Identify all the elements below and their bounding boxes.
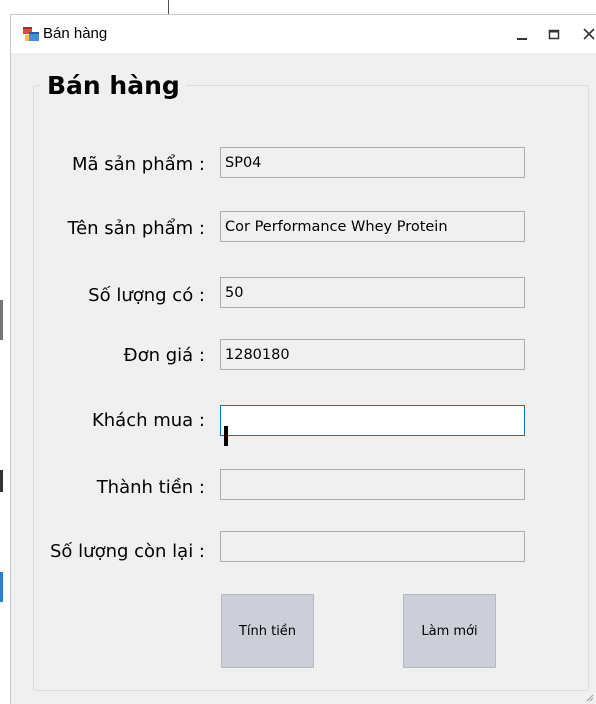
close-icon[interactable] xyxy=(577,21,596,47)
resize-grip-icon[interactable] xyxy=(584,692,594,702)
title-bar[interactable]: Bán hàng xyxy=(11,15,596,53)
quantity-available-label: Số lượng có : xyxy=(88,285,205,306)
quantity-remaining-field[interactable] xyxy=(220,531,525,562)
reset-button[interactable]: Làm mới xyxy=(403,594,496,668)
quantity-available-field[interactable] xyxy=(220,277,525,308)
total-label: Thành tiền : xyxy=(96,477,205,498)
calculate-button[interactable]: Tính tiền xyxy=(221,594,314,668)
window-title: Bán hàng xyxy=(43,25,108,42)
quantity-remaining-label: Số lượng còn lại : xyxy=(50,541,205,562)
total-field[interactable] xyxy=(220,469,525,500)
customer-field[interactable] xyxy=(220,405,525,436)
maximize-icon[interactable] xyxy=(541,21,567,47)
app-form-icon xyxy=(23,27,39,41)
product-code-field[interactable] xyxy=(220,147,525,178)
text-caret xyxy=(224,426,228,446)
minimize-icon[interactable] xyxy=(509,21,535,47)
customer-label: Khách mua : xyxy=(91,410,205,431)
unit-price-field[interactable] xyxy=(220,339,525,370)
background-edge-mark xyxy=(0,300,3,340)
product-name-label: Tên sản phẩm : xyxy=(67,218,205,239)
background-window-edge xyxy=(168,0,169,14)
product-name-field[interactable] xyxy=(220,211,525,242)
unit-price-label: Đơn giá : xyxy=(123,345,205,366)
background-edge-mark xyxy=(0,572,3,602)
group-title: Bán hàng xyxy=(41,71,186,100)
product-code-label: Mã sản phẩm : xyxy=(71,154,205,175)
sales-window: Bán hàng Bán hàng Mã sản phẩm : Tên sản … xyxy=(10,14,596,704)
background-edge-mark xyxy=(0,470,3,492)
